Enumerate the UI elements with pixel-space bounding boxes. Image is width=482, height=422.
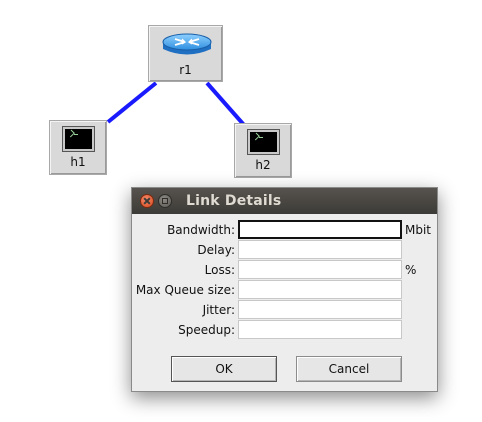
bandwidth-unit: Mbit xyxy=(405,223,432,237)
cancel-button[interactable]: Cancel xyxy=(296,356,402,382)
node-r1[interactable]: r1 xyxy=(148,25,223,82)
topology-canvas[interactable]: r1 h1 h2 Link Details Bandwidth: Mbit De… xyxy=(0,0,482,422)
bandwidth-label: Bandwidth: xyxy=(167,223,235,237)
terminal-icon xyxy=(248,130,279,154)
link-details-dialog: Link Details Bandwidth: Mbit Delay: Loss… xyxy=(131,187,438,392)
loss-label: Loss: xyxy=(204,263,235,277)
node-h1[interactable]: h1 xyxy=(49,120,107,175)
node-label-h2: h2 xyxy=(255,158,271,172)
node-label-h1: h1 xyxy=(70,155,86,169)
router-icon xyxy=(162,33,212,55)
jitter-label: Jitter: xyxy=(202,303,235,317)
form-row-speedup: Speedup: xyxy=(132,320,437,340)
form-row-jitter: Jitter: xyxy=(132,300,437,320)
speedup-input[interactable] xyxy=(238,320,402,339)
speedup-label: Speedup: xyxy=(178,323,235,337)
link-r1-h1[interactable] xyxy=(106,81,158,124)
loss-unit: % xyxy=(405,263,417,277)
form-row-delay: Delay: xyxy=(132,240,437,260)
dialog-titlebar[interactable]: Link Details xyxy=(132,188,437,214)
close-icon[interactable] xyxy=(140,194,154,208)
ok-button[interactable]: OK xyxy=(171,356,277,382)
max-queue-size-label: Max Queue size: xyxy=(135,283,235,297)
terminal-icon xyxy=(63,127,94,151)
bandwidth-input[interactable] xyxy=(238,220,402,239)
delay-label: Delay: xyxy=(197,243,235,257)
node-label-r1: r1 xyxy=(179,63,192,77)
form-row-loss: Loss: % xyxy=(132,260,437,280)
max-queue-size-input[interactable] xyxy=(238,280,402,299)
jitter-input[interactable] xyxy=(238,300,402,319)
loss-input[interactable] xyxy=(238,260,402,279)
form-row-bandwidth: Bandwidth: Mbit xyxy=(132,220,437,240)
dialog-title: Link Details xyxy=(186,193,282,209)
form-row-max-queue-size: Max Queue size: xyxy=(132,280,437,300)
minimize-icon[interactable] xyxy=(158,194,172,208)
link-r1-h2[interactable] xyxy=(205,81,246,127)
delay-input[interactable] xyxy=(238,240,402,259)
node-h2[interactable]: h2 xyxy=(234,123,292,178)
